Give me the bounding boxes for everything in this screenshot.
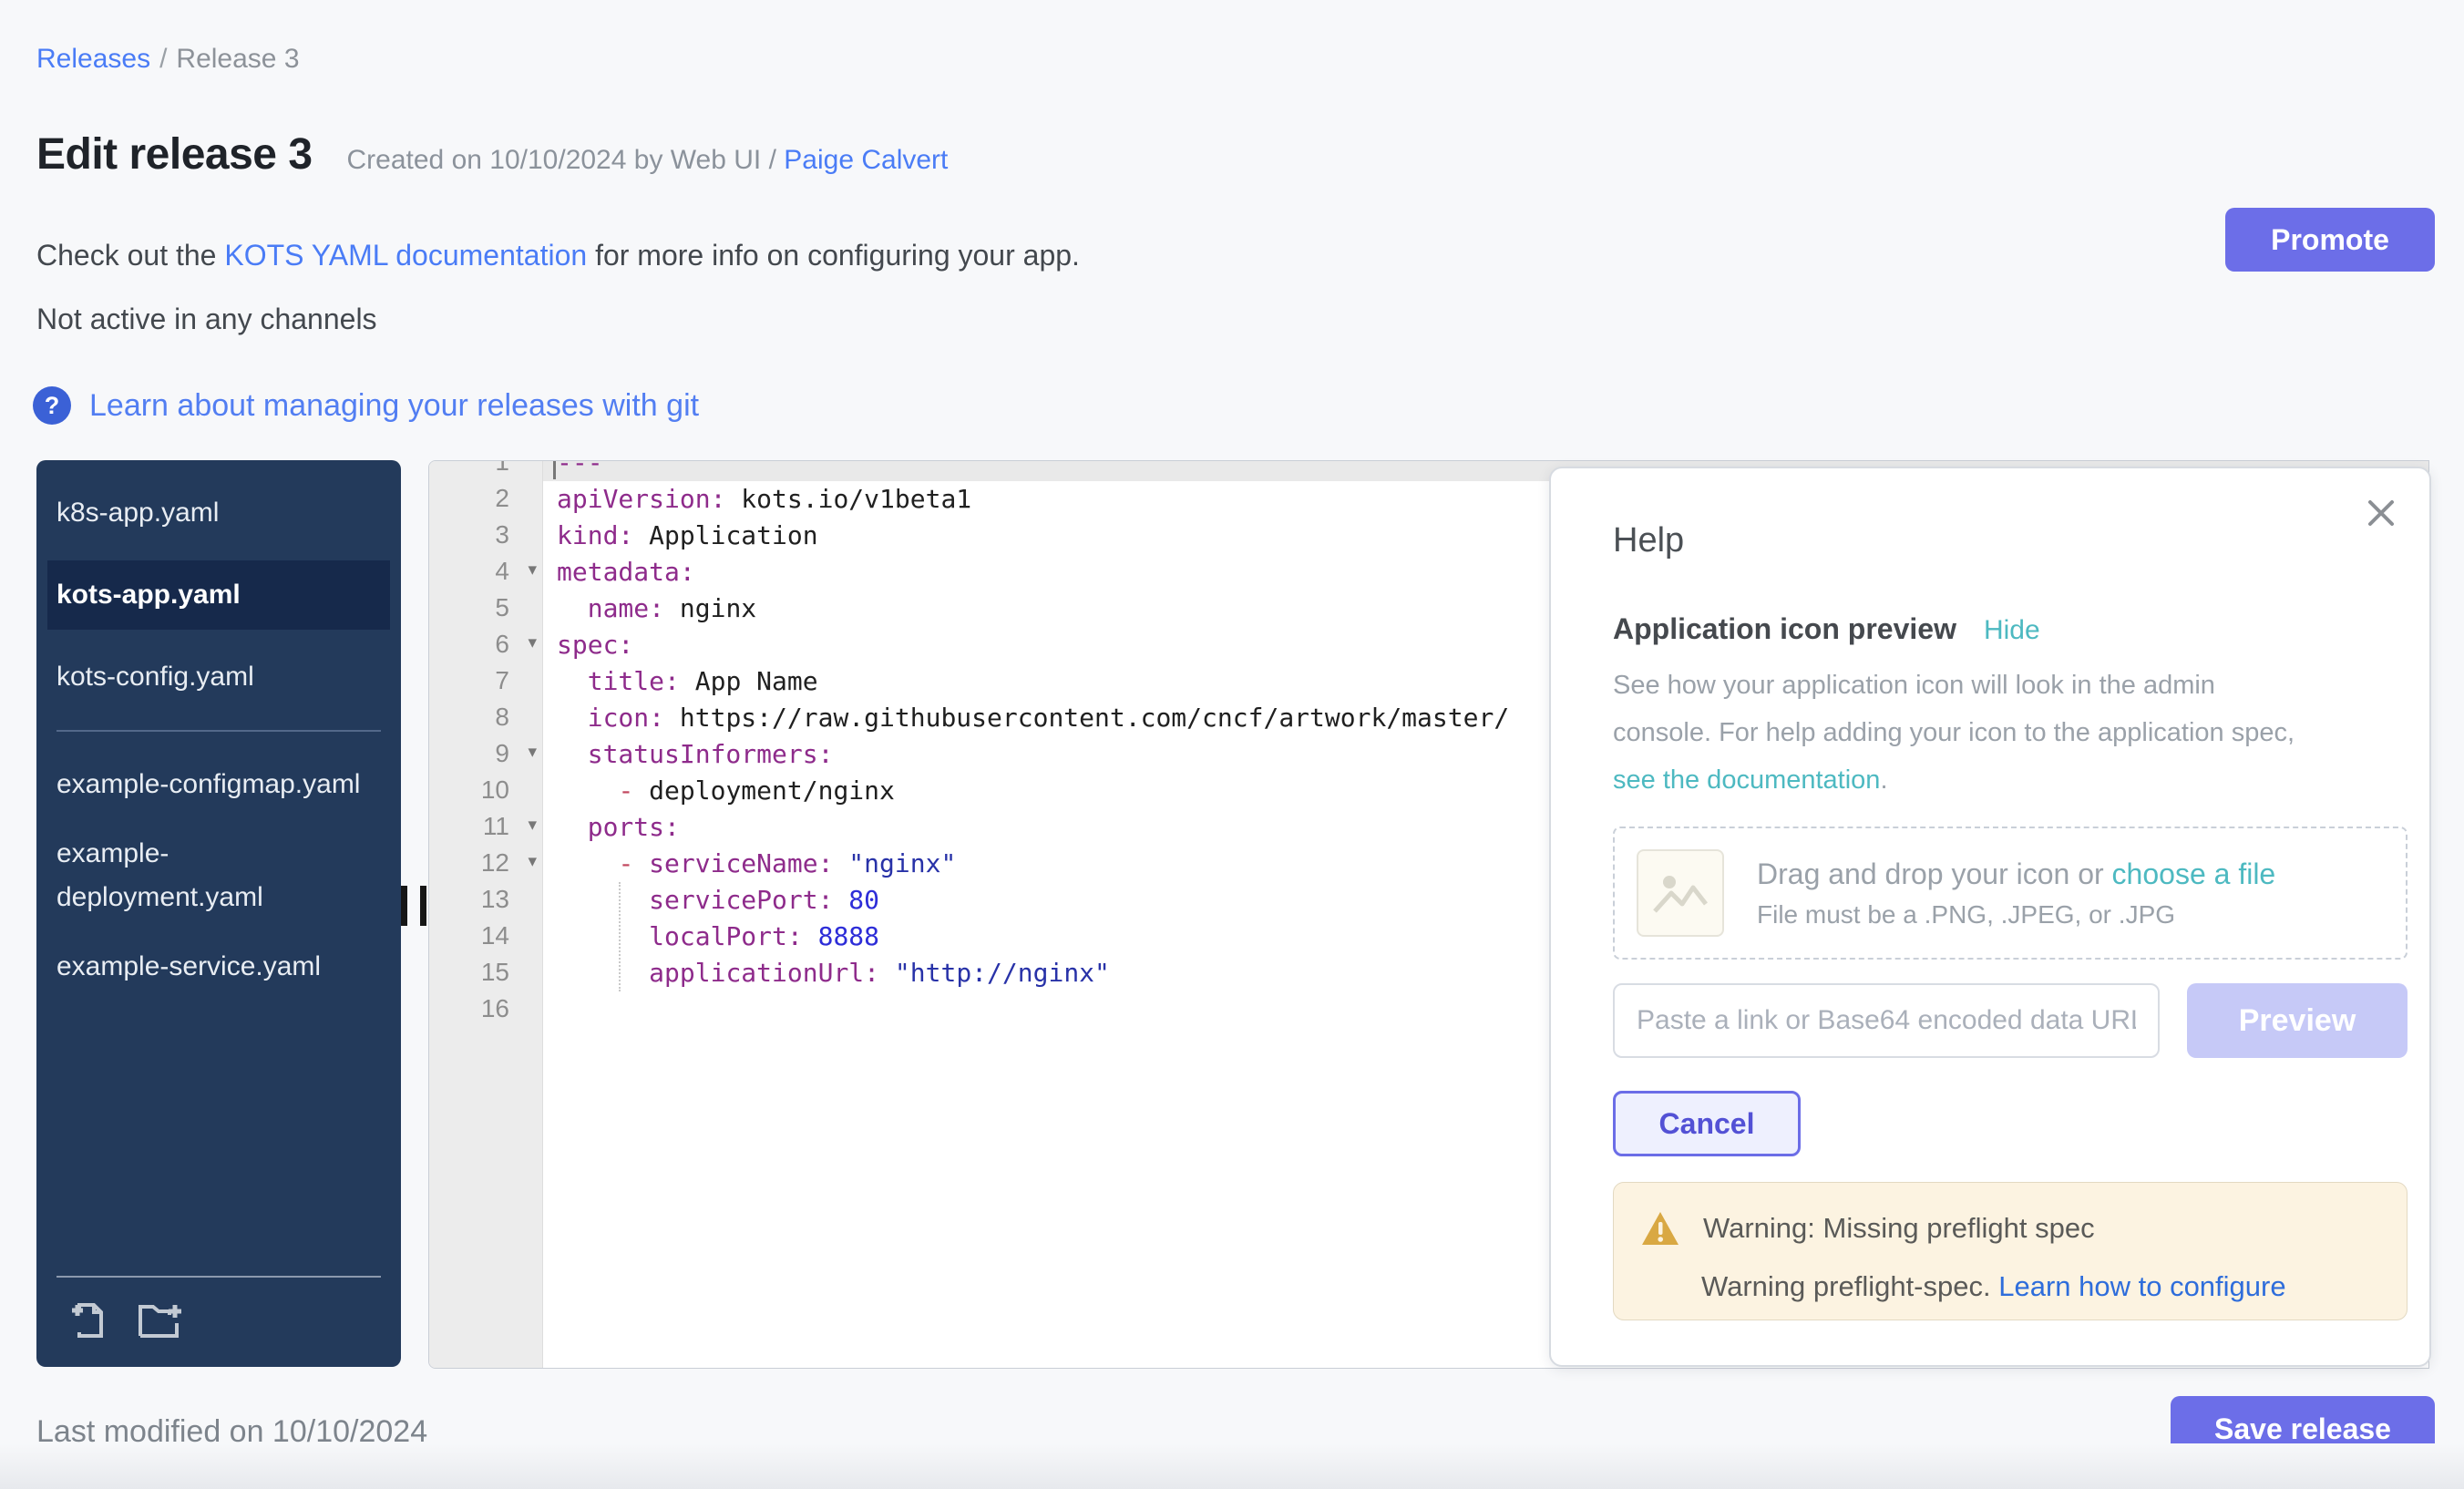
warning-detail-text: Warning preflight-spec. — [1701, 1270, 1998, 1302]
fold-arrow-icon[interactable]: ▾ — [528, 815, 537, 836]
bottom-fade — [0, 1443, 2464, 1489]
cancel-button[interactable]: Cancel — [1613, 1091, 1801, 1156]
line-number: 1 — [429, 460, 542, 481]
fold-arrow-icon[interactable]: ▾ — [528, 851, 537, 872]
choose-file-link[interactable]: choose a file — [2112, 857, 2276, 890]
preflight-warning-box: Warning: Missing preflight spec Warning … — [1613, 1182, 2408, 1320]
hide-toggle-link[interactable]: Hide — [1984, 615, 2040, 646]
kots-docs-link[interactable]: KOTS YAML documentation — [224, 239, 587, 272]
file-tree: k8s-app.yaml kots-app.yaml kots-config.yam… — [36, 460, 401, 989]
indent-guide — [619, 882, 621, 991]
question-circle-icon: ? — [33, 386, 71, 425]
warning-detail: Warning preflight-spec. Learn how to con… — [1701, 1270, 2379, 1303]
edit-release-page: Releases / Release 3 Edit release 3 Create… — [0, 0, 2464, 1489]
icon-url-input[interactable] — [1613, 983, 2160, 1058]
fold-arrow-icon[interactable]: ▾ — [528, 742, 537, 763]
created-text: Created on 10/10/2024 by Web UI / — [347, 145, 785, 175]
fold-arrow-icon[interactable]: ▾ — [528, 632, 537, 653]
line-number: 10 — [429, 773, 542, 809]
intro-prefix: Check out the — [36, 239, 224, 272]
line-number: 8 — [429, 700, 542, 736]
warning-text: Warning: Missing preflight spec — [1703, 1212, 2095, 1245]
breadcrumb-current: Release 3 — [176, 44, 299, 74]
line-number: 16 — [429, 991, 542, 1028]
line-number: 11▾ — [429, 809, 542, 846]
image-placeholder-icon — [1637, 849, 1724, 937]
description-suffix: . — [1880, 765, 1887, 795]
help-panel: Help Application icon preview Hide See h… — [1549, 467, 2431, 1367]
description-line: console. For help adding your icon to th… — [1613, 709, 2295, 756]
file-tree-item[interactable]: example-service.yaml — [36, 945, 401, 989]
file-tree-item[interactable]: example-configmap.yaml — [36, 763, 401, 806]
line-number: 14 — [429, 919, 542, 955]
intro-suffix: for more info on configuring your app. — [587, 239, 1080, 272]
description-line: See how your application icon will look … — [1613, 662, 2295, 709]
description-line: see the documentation. — [1613, 756, 2295, 804]
fold-arrow-icon[interactable]: ▾ — [528, 560, 537, 580]
line-number: 5 — [429, 590, 542, 627]
line-number: 9▾ — [429, 736, 542, 773]
breadcrumb-separator: / — [159, 44, 167, 74]
see-documentation-link[interactable]: see the documentation — [1613, 765, 1880, 795]
file-group-divider — [56, 730, 381, 732]
file-tree-item[interactable]: example-deployment.yaml — [36, 832, 401, 919]
section-heading: Application icon preview — [1613, 612, 1956, 646]
line-number: 7 — [429, 663, 542, 700]
author-link[interactable]: Paige Calvert — [784, 145, 948, 175]
sidebar-footer-icons — [67, 1299, 184, 1341]
line-number: 3 — [429, 518, 542, 554]
breadcrumb: Releases / Release 3 — [36, 44, 300, 75]
text-cursor — [553, 460, 556, 479]
icon-url-row: Preview — [1613, 983, 2408, 1058]
line-number: 15 — [429, 955, 542, 991]
line-number: 12▾ — [429, 846, 542, 882]
icon-preview-section-header: Application icon preview Hide — [1613, 612, 2040, 646]
help-panel-title: Help — [1613, 521, 1684, 560]
close-icon[interactable] — [2364, 496, 2398, 530]
dropzone-hint: File must be a .PNG, .JPEG, or .JPG — [1757, 900, 2275, 929]
warning-triangle-icon — [1641, 1210, 1679, 1247]
line-number: 13 — [429, 882, 542, 919]
promote-button[interactable]: Promote — [2225, 208, 2435, 272]
icon-dropzone[interactable]: Drag and drop your icon or choose a file… — [1613, 827, 2408, 960]
line-number: 6▾ — [429, 627, 542, 663]
file-tree-item[interactable]: kots-config.yaml — [36, 655, 401, 699]
intro-text: Check out the KOTS YAML documentation fo… — [36, 239, 1080, 272]
section-description: See how your application icon will look … — [1613, 662, 2295, 804]
editor-gutter: 1234▾56▾789▾1011▾12▾13141516 — [429, 461, 543, 1368]
sidebar-resize-handle[interactable] — [401, 886, 426, 926]
dropzone-prompt: Drag and drop your icon or — [1757, 857, 2112, 890]
line-number: 4▾ — [429, 554, 542, 590]
dropzone-text: Drag and drop your icon or choose a file… — [1757, 857, 2275, 929]
file-tree-item[interactable]: kots-app.yaml — [47, 560, 390, 630]
git-help-link[interactable]: Learn about managing your releases with … — [89, 388, 699, 424]
page-title: Edit release 3 — [36, 129, 313, 180]
new-file-icon[interactable] — [67, 1299, 109, 1341]
created-info: Created on 10/10/2024 by Web UI / Paige … — [347, 145, 949, 176]
new-folder-icon[interactable] — [137, 1299, 184, 1341]
sidebar-footer-divider — [56, 1276, 381, 1278]
git-help-row[interactable]: ? Learn about managing your releases wit… — [33, 386, 699, 425]
channel-status: Not active in any channels — [36, 303, 377, 336]
file-tree-sidebar: k8s-app.yaml kots-app.yaml kots-config.yam… — [36, 460, 401, 1367]
line-number: 2 — [429, 481, 542, 518]
file-tree-item[interactable]: k8s-app.yaml — [36, 491, 401, 535]
learn-configure-link[interactable]: Learn how to configure — [1998, 1270, 2285, 1302]
preview-button[interactable]: Preview — [2187, 983, 2408, 1058]
title-row: Edit release 3 Created on 10/10/2024 by … — [36, 129, 948, 180]
breadcrumb-releases-link[interactable]: Releases — [36, 44, 150, 74]
